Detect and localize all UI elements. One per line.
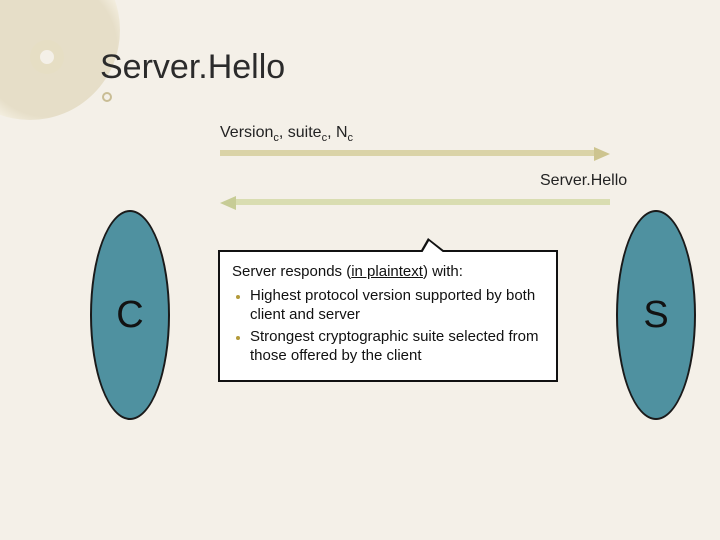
server-hello-description: Server responds (in plaintext) with: Hig… <box>218 250 558 382</box>
client-node-label: C <box>116 294 143 337</box>
server-node: S <box>616 210 696 420</box>
arrow-head-right-icon <box>594 147 610 161</box>
slide-title: Server.Hello <box>100 48 285 87</box>
server-hello-label: Server.Hello <box>540 172 627 190</box>
server-node-label: S <box>643 294 668 337</box>
infobox-bullet: Strongest cryptographic suite selected f… <box>250 327 544 366</box>
client-node: C <box>90 210 170 420</box>
infobox-bullet: Highest protocol version supported by bo… <box>250 286 544 325</box>
infobox-lead-underlined: in plaintext <box>351 263 423 280</box>
arrow-shaft <box>234 199 610 205</box>
corner-decoration-ring <box>30 40 64 74</box>
infobox-lead-suffix: ) with: <box>423 263 463 280</box>
arrow-client-to-server <box>220 147 610 159</box>
arrow-server-to-client <box>220 196 610 208</box>
client-hello-label: Versionc, suitec, Nc <box>220 124 353 144</box>
arrow-shaft <box>220 150 596 156</box>
arrow-head-left-icon <box>220 196 236 210</box>
corner-decoration-dot <box>102 92 112 102</box>
infobox-lead-prefix: Server responds ( <box>232 263 351 280</box>
infobox-bullet-list: Highest protocol version supported by bo… <box>232 286 544 366</box>
